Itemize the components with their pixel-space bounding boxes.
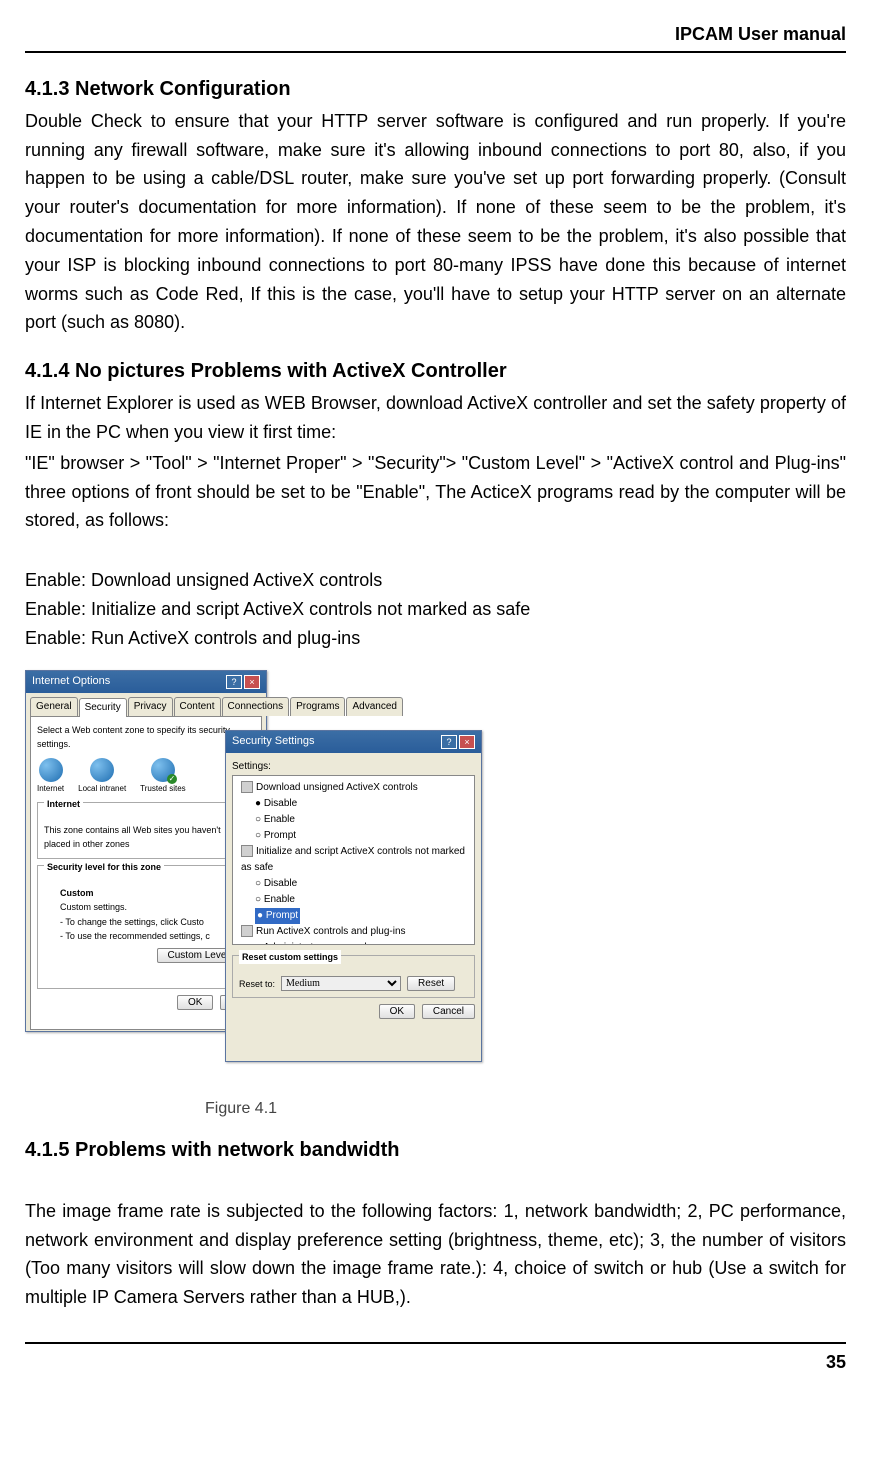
tab-security[interactable]: Security [79, 698, 127, 717]
radio-enable[interactable]: Enable [255, 892, 470, 908]
body-414b: "IE" browser > "Tool" > "Internet Proper… [25, 449, 846, 535]
ss-body: Settings: Download unsigned ActiveX cont… [226, 753, 481, 1026]
radio-prompt-selected[interactable]: Prompt [255, 908, 300, 924]
security-settings-window: Security Settings ? × Settings: Download… [225, 730, 482, 1062]
page-number: 35 [826, 1352, 846, 1372]
custom-line-3: - To use the recommended settings, c [60, 931, 210, 941]
globe-icon [39, 758, 63, 782]
help-icon[interactable]: ? [226, 675, 242, 689]
reset-to-select[interactable]: Medium [281, 976, 401, 991]
custom-label: Custom [60, 888, 94, 898]
ss-button-row: OK Cancel [232, 1004, 475, 1020]
section-414: 4.1.4 No pictures Problems with ActiveX … [25, 355, 846, 652]
io-button-row: OK Ca [37, 995, 255, 1011]
tab-privacy[interactable]: Privacy [128, 697, 173, 716]
figure-caption: Figure 4.1 [205, 1096, 846, 1122]
page-footer: 35 [25, 1342, 846, 1377]
node-initialize-script: Initialize and script ActiveX controls n… [241, 844, 470, 876]
help-icon[interactable]: ? [441, 735, 457, 749]
zone-group-desc: This zone contains all Web sites you hav… [44, 823, 248, 852]
settings-label: Settings: [232, 759, 475, 775]
security-level-title: Security level for this zone [44, 860, 164, 874]
figure-4-1: Internet Options ? × General Security Pr… [25, 670, 846, 1122]
node-download-unsigned: Download unsigned ActiveX controls [241, 780, 470, 796]
zone-group: Internet This zone contains all Web site… [37, 802, 255, 859]
body-414a: If Internet Explorer is used as WEB Brow… [25, 389, 846, 447]
globe-check-icon [151, 758, 175, 782]
body-413: Double Check to ensure that your HTTP se… [25, 107, 846, 337]
reset-group: Reset custom settings Reset to: Medium R… [232, 955, 475, 998]
section-413: 4.1.3 Network Configuration Double Check… [25, 73, 846, 337]
io-title: Internet Options [32, 673, 110, 691]
node-run-activex: Run ActiveX controls and plug-ins [241, 924, 470, 940]
manual-title: IPCAM User manual [675, 24, 846, 44]
enable-line-1: Enable: Download unsigned ActiveX contro… [25, 566, 846, 595]
tab-advanced[interactable]: Advanced [346, 697, 402, 716]
zone-icons-row: Internet Local intranet Trusted sites [37, 758, 255, 796]
zone-internet[interactable]: Internet [37, 758, 64, 796]
ss-titlebar: Security Settings ? × [226, 731, 481, 753]
heading-413: 4.1.3 Network Configuration [25, 73, 846, 105]
radio-admin-approved[interactable]: Administrator approved [255, 940, 470, 945]
page-header: IPCAM User manual [25, 20, 846, 53]
radio-disable[interactable]: Disable [255, 876, 470, 892]
reset-to-label: Reset to: [239, 977, 275, 991]
zone-local-intranet[interactable]: Local intranet [78, 758, 126, 796]
io-titlebar: Internet Options ? × [26, 671, 266, 693]
screenshot-windows: Internet Options ? × General Security Pr… [25, 670, 485, 1090]
custom-line-1: Custom settings. [60, 902, 127, 912]
zone-group-title: Internet [44, 797, 83, 811]
radio-prompt[interactable]: Prompt [255, 828, 470, 844]
radio-disable[interactable]: Disable [255, 796, 470, 812]
ss-cancel-button[interactable]: Cancel [422, 1004, 475, 1019]
radio-enable[interactable]: Enable [255, 812, 470, 828]
security-level-group: Security level for this zone Custom Cust… [37, 865, 255, 989]
globe-icon [90, 758, 114, 782]
zone-trusted-sites[interactable]: Trusted sites [140, 758, 186, 796]
close-icon[interactable]: × [244, 675, 260, 689]
tab-general[interactable]: General [30, 697, 78, 716]
tab-connections[interactable]: Connections [222, 697, 290, 716]
heading-414: 4.1.4 No pictures Problems with ActiveX … [25, 355, 846, 387]
ss-ok-button[interactable]: OK [379, 1004, 415, 1019]
io-ok-button[interactable]: OK [177, 995, 213, 1010]
body-415: The image frame rate is subjected to the… [25, 1197, 846, 1312]
section-415: 4.1.5 Problems with network bandwidth Th… [25, 1134, 846, 1312]
tab-content[interactable]: Content [174, 697, 221, 716]
tab-programs[interactable]: Programs [290, 697, 345, 716]
reset-button[interactable]: Reset [407, 976, 455, 991]
custom-line-2: - To change the settings, click Custo [60, 917, 204, 927]
zone-instruction: Select a Web content zone to specify its… [37, 723, 255, 752]
enable-line-2: Enable: Initialize and script ActiveX co… [25, 595, 846, 624]
io-tabs: General Security Privacy Content Connect… [26, 693, 266, 716]
heading-415: 4.1.5 Problems with network bandwidth [25, 1134, 846, 1166]
enable-line-3: Enable: Run ActiveX controls and plug-in… [25, 624, 846, 653]
close-icon[interactable]: × [459, 735, 475, 749]
settings-tree[interactable]: Download unsigned ActiveX controls Disab… [232, 775, 475, 945]
ss-title: Security Settings [232, 733, 315, 751]
reset-title: Reset custom settings [239, 950, 341, 964]
